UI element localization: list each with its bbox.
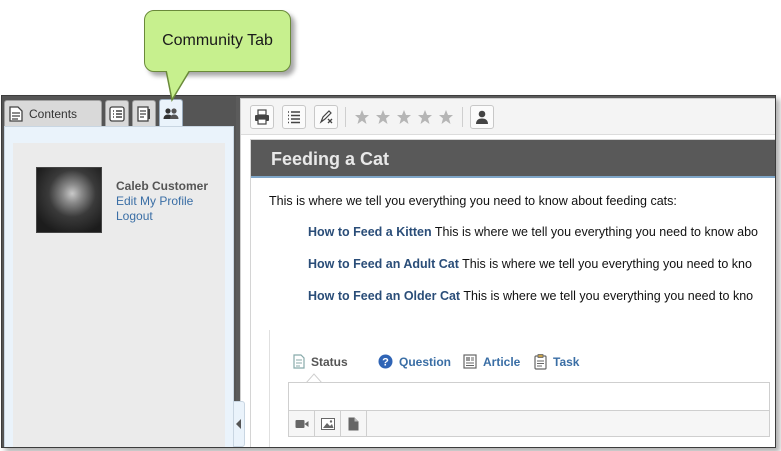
community-composer: Status ? Question Article Task: [288, 352, 770, 444]
video-icon: [295, 419, 308, 428]
topic-link-description: This is where we tell you everything you…: [462, 257, 752, 271]
attachment-bar: [288, 410, 770, 437]
status-icon: [293, 354, 305, 369]
callout-text: Community Tab: [162, 32, 273, 49]
notes-icon: [137, 105, 150, 122]
composer-tab-status[interactable]: Status: [293, 354, 348, 369]
toolbar-separator: [462, 107, 463, 127]
composer-tab-question-label: Question: [399, 354, 452, 369]
file-icon: [348, 417, 359, 430]
rating-stars[interactable]: [353, 108, 455, 126]
question-icon: ?: [378, 354, 393, 369]
composer-tab-article-label: Article: [483, 354, 521, 369]
composer-tab-article[interactable]: Article: [463, 354, 520, 369]
topic-link[interactable]: How to Feed an Adult Cat: [308, 257, 459, 271]
star-icon[interactable]: [416, 108, 434, 126]
topic-panel: Feeding a Cat This is where we tell you …: [240, 98, 775, 447]
composer-tab-question[interactable]: ? Question: [378, 354, 451, 369]
clear-highlight-button[interactable]: [314, 105, 338, 129]
edit-clear-icon: [319, 110, 333, 124]
logout-link[interactable]: Logout: [116, 209, 153, 223]
print-button[interactable]: [250, 105, 274, 129]
tab-contents-label: Contents: [29, 106, 78, 121]
image-icon: [320, 417, 335, 430]
tab-contents[interactable]: Contents: [4, 100, 102, 126]
attach-video-button[interactable]: [289, 411, 315, 436]
edit-profile-link[interactable]: Edit My Profile: [116, 194, 193, 208]
topic-link[interactable]: How to Feed a Kitten: [308, 225, 432, 239]
profile-name: Caleb Customer: [116, 179, 209, 193]
help-window: Contents Caleb Customer Edit My Profile …: [1, 95, 776, 448]
status-input[interactable]: [288, 382, 770, 411]
topic-toolbar: [241, 99, 775, 135]
list-icon: [288, 111, 300, 124]
article-icon: [463, 354, 477, 369]
toc-button[interactable]: [282, 105, 306, 129]
topic-content: Feeding a Cat This is where we tell you …: [250, 139, 775, 447]
list-item: How to Feed an Adult Cat This is where w…: [308, 257, 752, 271]
list-item: How to Feed an Older Cat This is where w…: [308, 289, 753, 303]
contents-icon: [9, 105, 23, 122]
svg-text:?: ?: [382, 357, 389, 369]
collapse-panel-handle[interactable]: [233, 401, 245, 447]
attach-file-button[interactable]: [341, 411, 367, 436]
topic-link-description: This is where we tell you everything you…: [463, 289, 754, 303]
tab-index[interactable]: [105, 100, 129, 126]
topic-intro: This is where we tell you everything you…: [269, 194, 677, 208]
star-icon[interactable]: [395, 108, 413, 126]
composer-tabs: Status ? Question Article Task: [288, 352, 770, 374]
divider: [269, 330, 270, 447]
star-icon[interactable]: [437, 108, 455, 126]
composer-tab-status-label: Status: [311, 354, 348, 369]
star-icon[interactable]: [353, 108, 371, 126]
task-icon: [534, 354, 547, 370]
user-button[interactable]: [470, 105, 494, 129]
community-panel: Caleb Customer Edit My Profile Logout: [4, 126, 234, 447]
composer-tab-task-label: Task: [553, 355, 580, 369]
print-icon: [255, 109, 269, 125]
profile-panel: Caleb Customer Edit My Profile Logout: [13, 143, 225, 447]
page-title: Feeding a Cat: [271, 149, 390, 169]
left-panel: Contents Caleb Customer Edit My Profile …: [2, 96, 236, 447]
community-icon: [163, 107, 179, 119]
list-icon: [109, 105, 125, 122]
attach-image-button[interactable]: [315, 411, 341, 436]
topic-title-bar: Feeding a Cat: [251, 140, 775, 178]
callout-pointer: [165, 64, 192, 103]
avatar: [36, 167, 102, 233]
chevron-left-icon: [236, 419, 241, 429]
topic-link-description: This is where we tell you everything you…: [434, 225, 758, 239]
toolbar-separator: [345, 107, 346, 127]
left-tabbar: Contents: [2, 96, 236, 127]
user-icon: [476, 110, 488, 124]
star-icon[interactable]: [374, 108, 392, 126]
tab-notes[interactable]: [132, 100, 156, 126]
composer-tab-task[interactable]: Task: [534, 354, 579, 370]
topic-link[interactable]: How to Feed an Older Cat: [308, 289, 460, 303]
list-item: How to Feed a Kitten This is where we te…: [308, 225, 758, 239]
